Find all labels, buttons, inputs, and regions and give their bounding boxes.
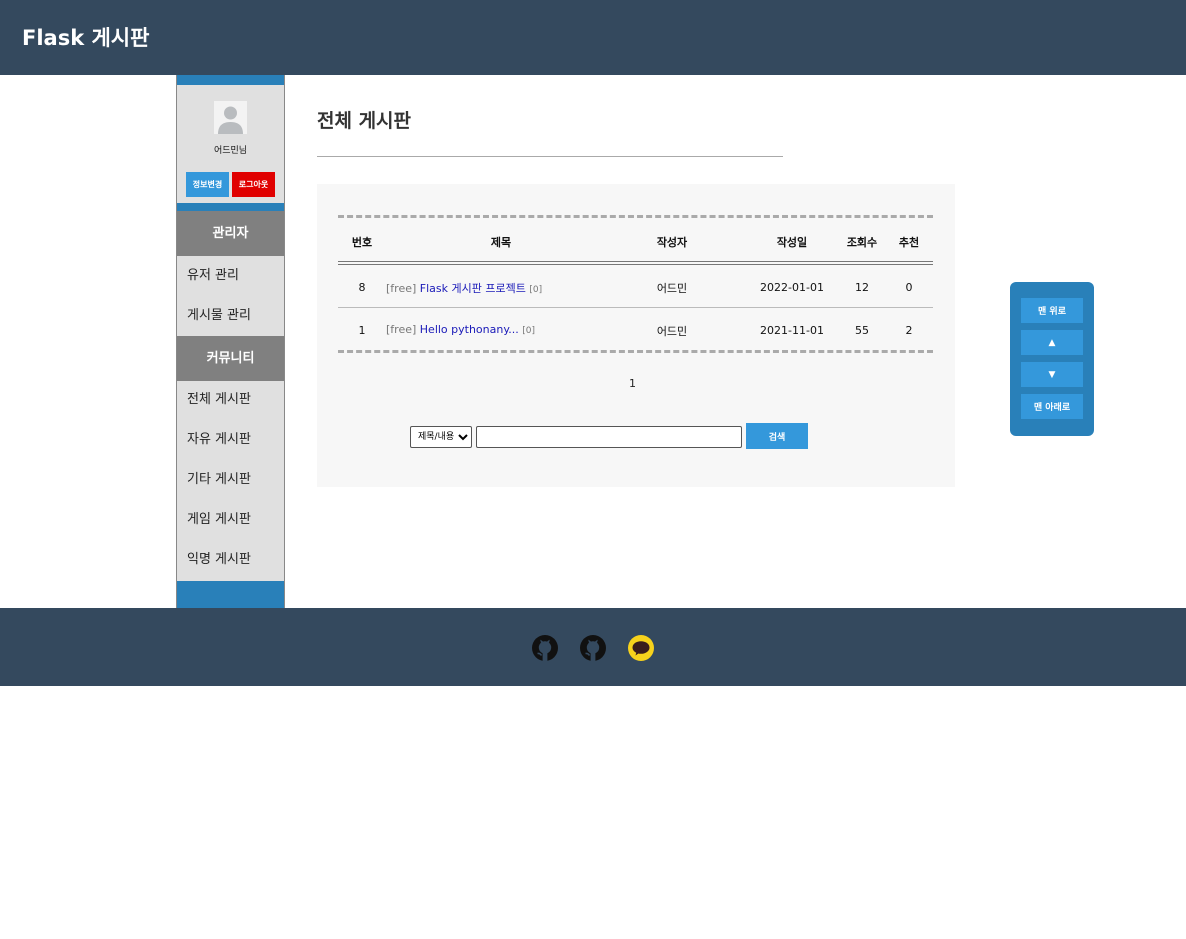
sidebar-header-admin: 관리자 [177,211,284,256]
sidebar-header-community: 커뮤니티 [177,336,284,381]
footer [0,608,1186,686]
github-icon[interactable] [580,635,606,661]
column-header-date: 작성일 [776,236,808,249]
sidebar-top-band [177,75,284,85]
github-icon[interactable] [532,635,558,661]
column-header-author: 작성자 [656,236,688,249]
logout-button[interactable]: 로그아웃 [232,172,275,197]
username-label: 어드민님 [213,146,248,156]
search-button[interactable]: 검색 [746,423,808,449]
sidebar-mid-band [177,203,284,211]
scroll-top-button[interactable]: 맨 위로 [1021,298,1083,323]
row-author: 어드민 [656,325,688,338]
table-bottom-border [338,350,933,353]
row-number: 1 [358,324,366,337]
row-views: 12 [855,281,869,294]
row-title-cell: [free] Flask 게시판 프로젝트 [0] [386,280,616,296]
search-input[interactable] [476,426,742,448]
row-recommend: 0 [905,281,913,294]
row-comment-count: [0] [529,285,543,295]
post-title-link[interactable]: Flask 게시판 프로젝트 [420,282,526,295]
scroll-down-button[interactable]: ▼ [1021,362,1083,387]
search-type-select[interactable]: 제목/내용 [410,426,472,448]
row-comment-count: [0] [522,326,536,336]
kakaotalk-icon[interactable] [628,635,654,661]
page-title: 전체 게시판 [317,110,412,132]
sidebar-item-post-management[interactable]: 게시물 관리 [187,304,251,323]
row-number: 8 [358,281,366,294]
row-views: 55 [855,324,869,337]
column-header-views: 조회수 [846,236,878,249]
column-header-recommend: 추천 [898,236,920,249]
post-title-link[interactable]: Hello pythonany... [420,323,519,336]
pagination-page-1[interactable]: 1 [629,377,636,390]
avatar-icon [214,101,247,134]
edit-profile-button[interactable]: 정보변경 [186,172,229,197]
sidebar-item-all-board[interactable]: 전체 게시판 [187,388,251,407]
row-title-cell: [free] Hello pythonany... [0] [386,323,616,336]
sidebar-item-game-board[interactable]: 게임 게시판 [187,508,251,527]
scroll-control-panel: 맨 위로 ▲ ▼ 맨 아래로 [1010,282,1094,436]
row-category: [free] [386,282,417,295]
top-header: Flask 게시판 [0,0,1186,75]
site-brand[interactable]: Flask 게시판 [22,22,149,52]
table-header-divider [338,261,933,265]
sidebar-bottom-band [177,581,284,608]
row-date: 2021-11-01 [760,324,824,337]
row-recommend: 2 [905,324,913,337]
column-header-number: 번호 [351,236,373,249]
sidebar: 어드민님 정보변경 로그아웃 관리자 유저 관리 게시물 관리 커뮤니티 전체 … [176,75,285,608]
row-author: 어드민 [656,282,688,295]
sidebar-item-anonymous-board[interactable]: 익명 게시판 [187,548,251,567]
column-header-title: 제목 [490,236,512,249]
scroll-bottom-button[interactable]: 맨 아래로 [1021,394,1083,419]
title-divider [317,156,783,157]
row-date: 2022-01-01 [760,281,824,294]
board-panel: 번호 제목 작성자 작성일 조회수 추천 8 [free] Flask 게시판 … [317,184,955,487]
row-category: [free] [386,323,417,336]
row-divider [338,307,933,308]
sidebar-item-free-board[interactable]: 자유 게시판 [187,428,251,447]
sidebar-item-etc-board[interactable]: 기타 게시판 [187,468,251,487]
table-top-border [338,215,933,218]
sidebar-item-user-management[interactable]: 유저 관리 [187,264,239,283]
scroll-up-button[interactable]: ▲ [1021,330,1083,355]
